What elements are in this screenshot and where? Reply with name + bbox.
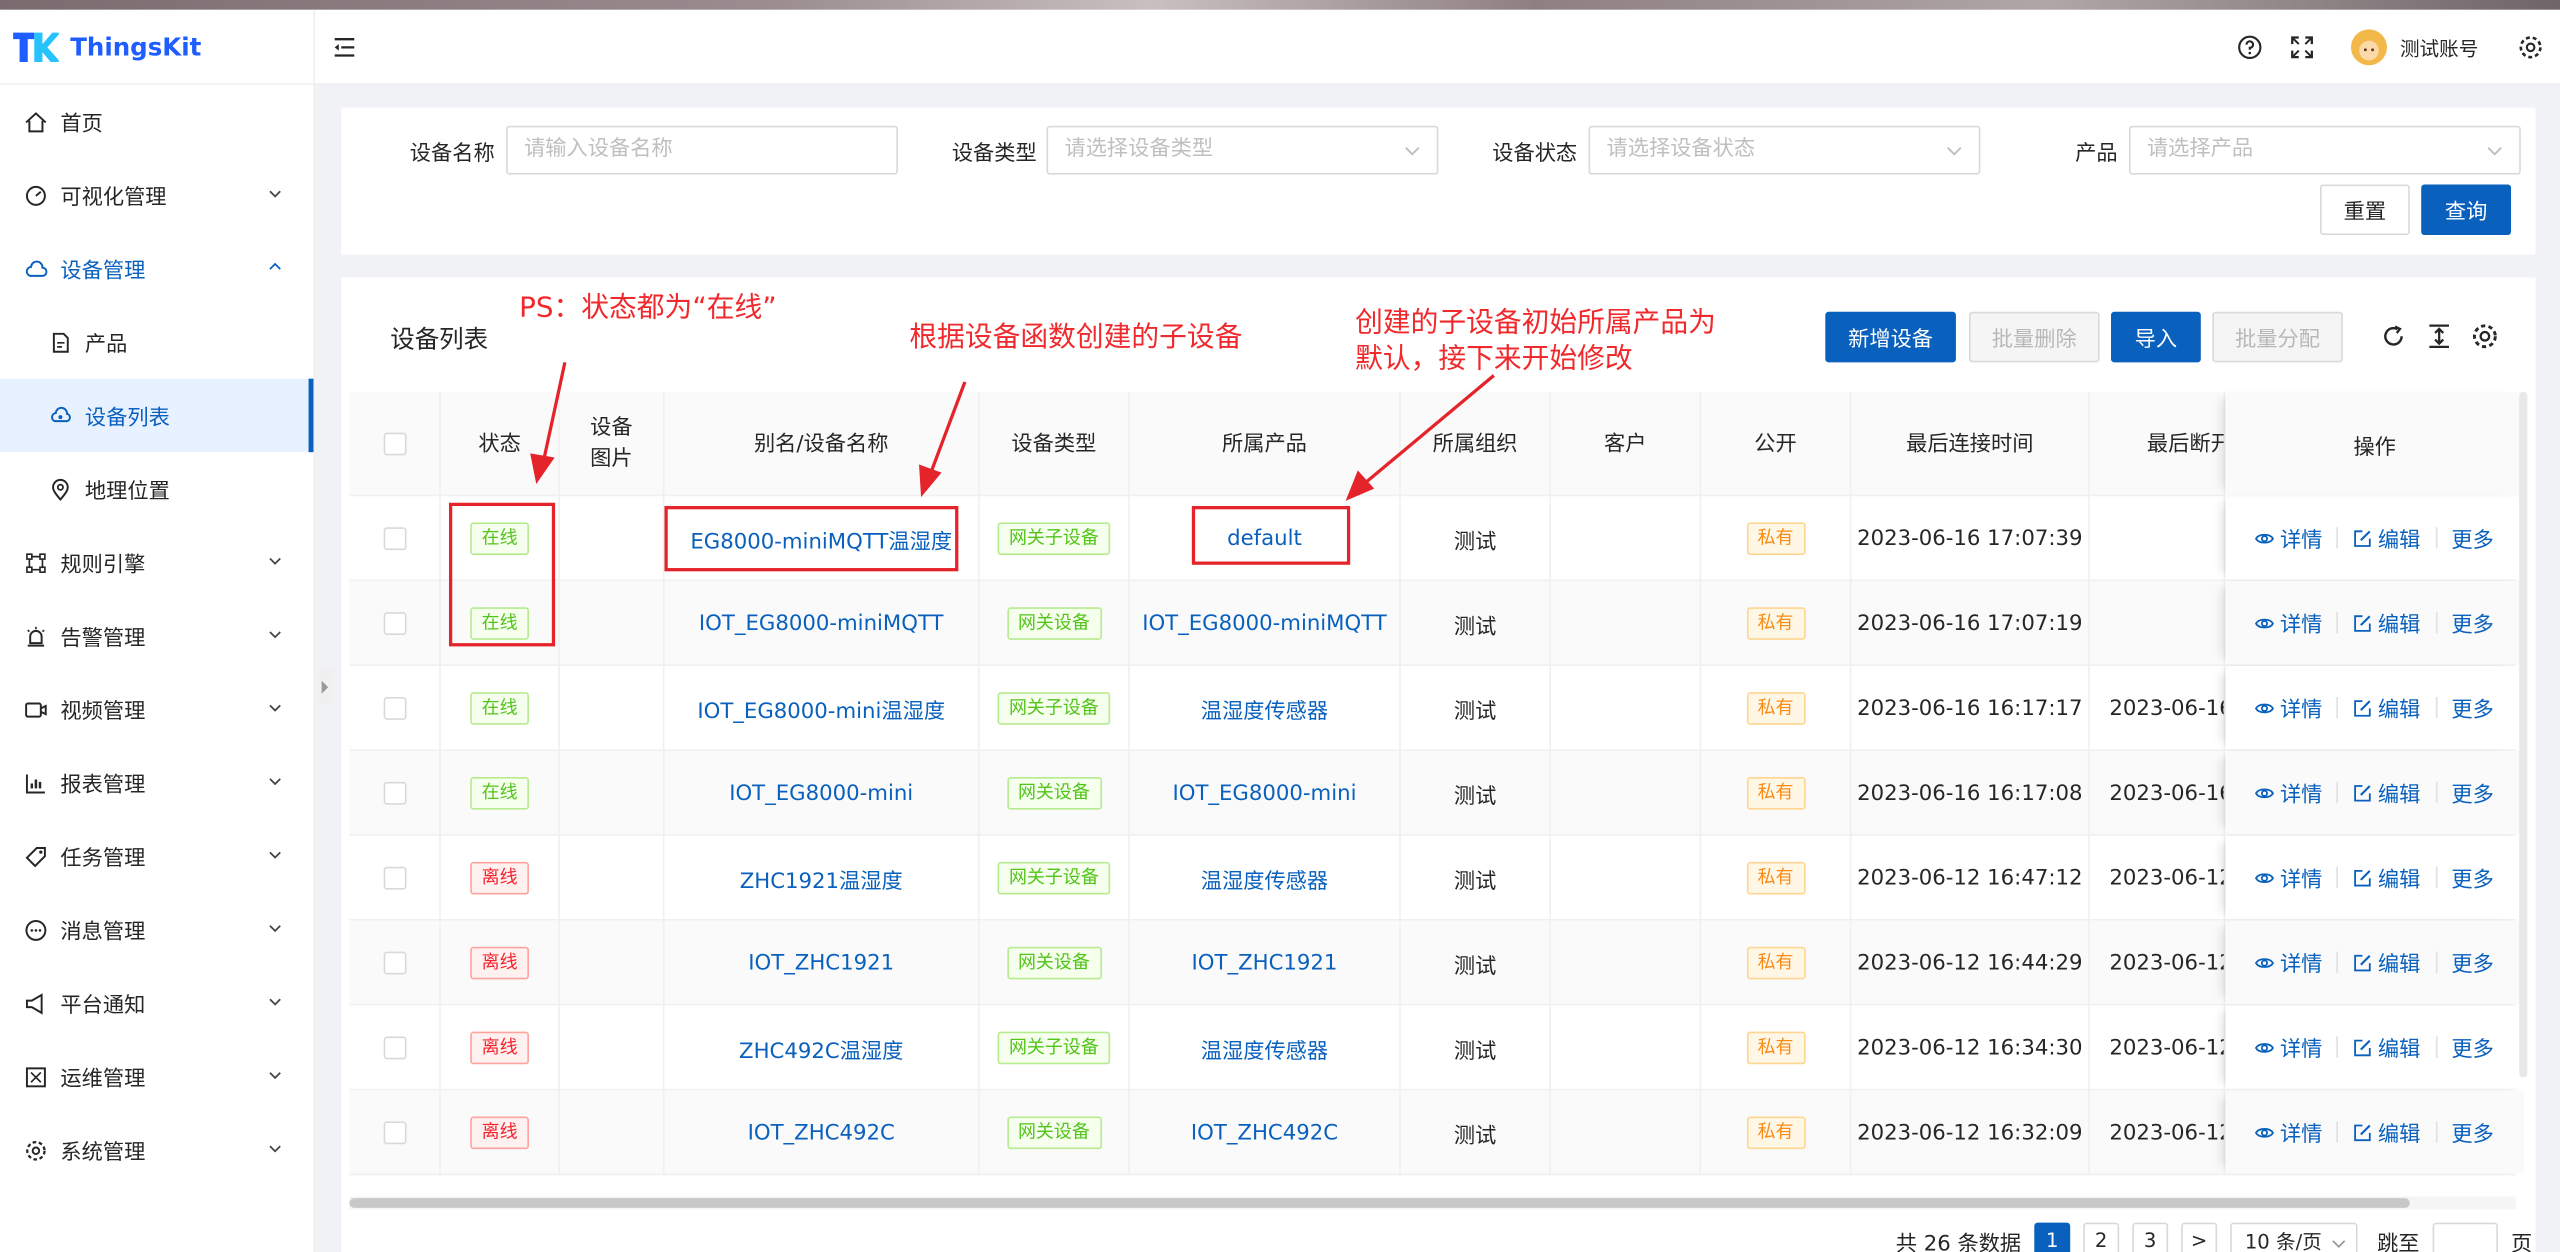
- arrow-product-head: [1345, 470, 1375, 501]
- arrow-product-line: [1363, 374, 1495, 485]
- arrow-name-line: [929, 381, 967, 474]
- arrow-status-line: [542, 362, 567, 461]
- annotation-arrows: [530, 362, 1495, 501]
- app-root: ThingsKit 首页 可视化管理 设备管理 产品 设备列表 地理位置 规则引…: [0, 0, 2560, 1252]
- arrow-status-head: [530, 453, 555, 484]
- arrow-name-head: [919, 464, 942, 498]
